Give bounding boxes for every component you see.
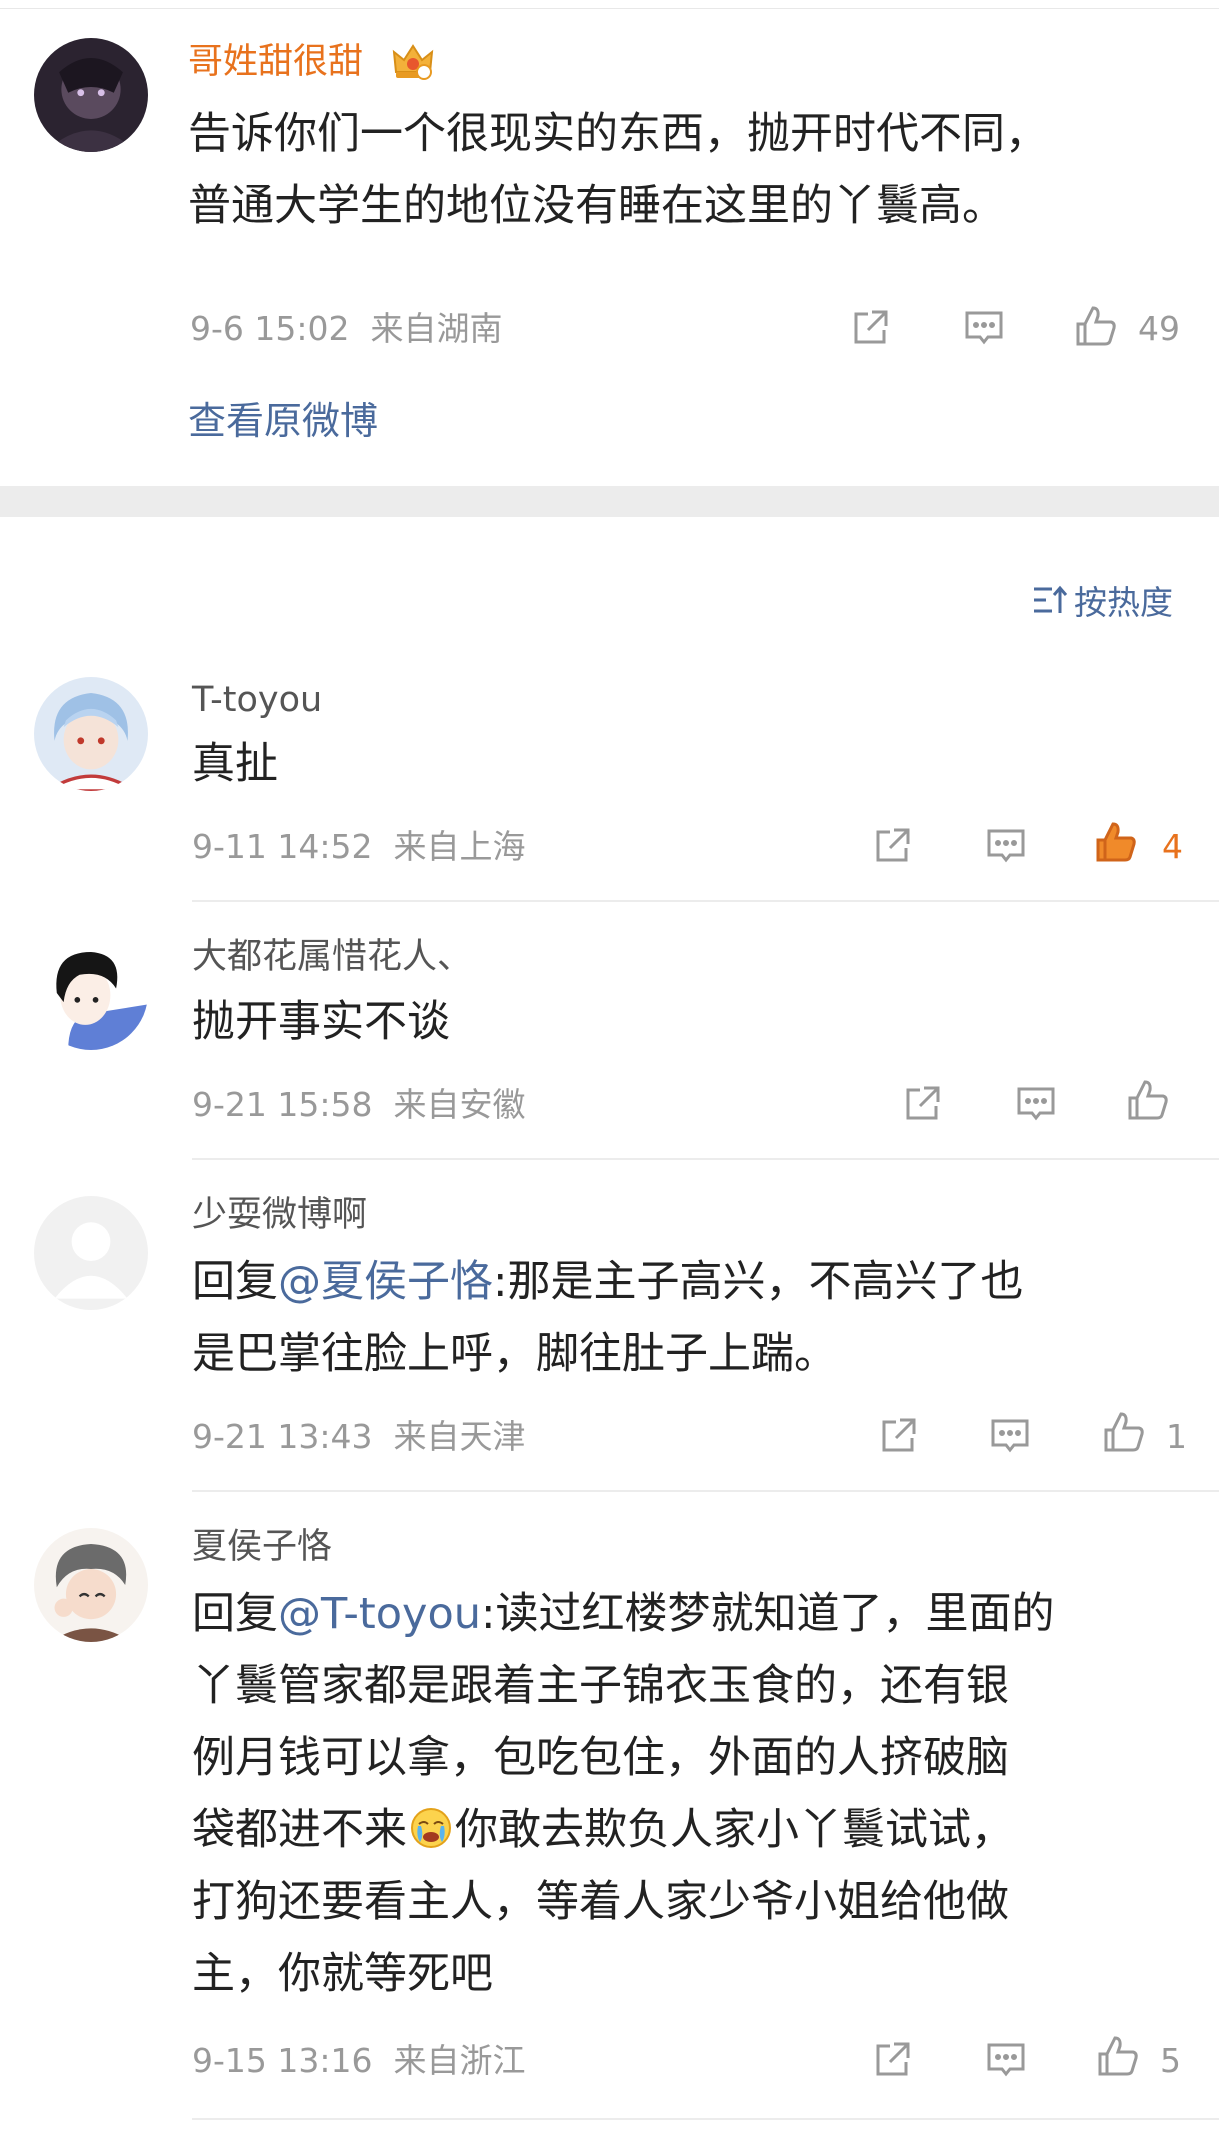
like-icon[interactable] <box>1126 1078 1170 1122</box>
comment-text-line: 打狗还要看主人，等着人家少爷小姐给他做 <box>192 1877 1009 1927</box>
comment-text: 真扯 <box>192 739 278 789</box>
comment-text-line: 回复@夏侯子恪:那是主子高兴，不高兴了也 <box>192 1257 1024 1307</box>
comment-text-line: 是巴掌往脸上呼，脚往肚子上踹。 <box>192 1329 837 1379</box>
share-icon[interactable] <box>870 2038 914 2082</box>
comment-text-line: 丫鬟管家都是跟着主子锦衣玉食的，还有银 <box>192 1661 1009 1711</box>
divider <box>192 1158 1219 1160</box>
share-icon[interactable] <box>870 824 914 868</box>
comment-icon[interactable] <box>984 2038 1028 2082</box>
comment-icon[interactable] <box>984 824 1028 868</box>
sort-by-hot-button[interactable]: 按热度 <box>1032 576 1173 624</box>
like-icon[interactable] <box>1074 304 1118 348</box>
divider <box>192 900 1219 902</box>
like-count: 5 <box>1160 2041 1181 2080</box>
comment-icon[interactable] <box>988 1414 1032 1458</box>
section-gap <box>0 486 1219 517</box>
timestamp: 9-21 15:58 来自安徽 <box>192 1085 526 1124</box>
timestamp: 9-21 13:43 来自天津 <box>192 1417 526 1456</box>
timestamp: 9-6 15:02 来自湖南 <box>190 309 503 348</box>
divider <box>192 1490 1219 1492</box>
crying-face-emoji-icon <box>411 1808 451 1848</box>
comment-text-line: 主，你就等死吧 <box>192 1949 493 1999</box>
sort-icon <box>1034 585 1068 613</box>
view-original-link[interactable]: 查看原微博 <box>188 402 378 440</box>
comment-text: 抛开事实不谈 <box>192 997 450 1047</box>
divider <box>192 2118 1219 2120</box>
comment-icon[interactable] <box>962 306 1006 350</box>
crown-badge-icon <box>392 44 434 80</box>
like-count: 4 <box>1162 827 1183 866</box>
username[interactable]: 夏侯子恪 <box>192 1530 332 1565</box>
comment-text-line: 袋都进不来 你敢去欺负人家小丫鬟试试， <box>192 1805 1014 1855</box>
username[interactable]: 大都花属惜花人、 <box>192 940 472 975</box>
post-text-line: 告诉你们一个很现实的东西，抛开时代不同， <box>188 109 1048 159</box>
post-text-line: 普通大学生的地位没有睡在这里的丫鬟高。 <box>188 181 1005 231</box>
avatar[interactable] <box>34 677 148 791</box>
share-icon[interactable] <box>900 1082 944 1126</box>
like-icon-liked[interactable] <box>1094 820 1138 864</box>
like-count: 49 <box>1138 309 1180 348</box>
mention-link[interactable]: @T-toyou <box>278 1589 481 1639</box>
username[interactable]: 少耍微博啊 <box>192 1198 367 1233</box>
avatar-placeholder[interactable] <box>34 1196 148 1310</box>
top-divider <box>0 8 1219 9</box>
timestamp: 9-11 14:52 来自上海 <box>192 827 526 866</box>
username[interactable]: T-toyou <box>192 683 322 718</box>
share-icon[interactable] <box>876 1414 920 1458</box>
avatar[interactable] <box>34 1528 148 1642</box>
timestamp: 9-15 13:16 来自浙江 <box>192 2041 526 2080</box>
sort-label: 按热度 <box>1074 583 1173 622</box>
avatar[interactable] <box>34 38 148 152</box>
share-icon[interactable] <box>848 306 892 350</box>
comment-icon[interactable] <box>1014 1082 1058 1126</box>
mention-link[interactable]: @夏侯子恪 <box>278 1257 493 1307</box>
like-icon[interactable] <box>1102 1410 1146 1454</box>
username[interactable]: 哥姓甜很甜 <box>188 45 363 80</box>
avatar[interactable] <box>34 936 148 1050</box>
like-count: 1 <box>1166 1417 1187 1456</box>
comment-text-line: 例月钱可以拿，包吃包住，外面的人挤破脑 <box>192 1733 1009 1783</box>
like-icon[interactable] <box>1096 2034 1140 2078</box>
comment-text-line: 回复@T-toyou:读过红楼梦就知道了，里面的 <box>192 1589 1055 1639</box>
